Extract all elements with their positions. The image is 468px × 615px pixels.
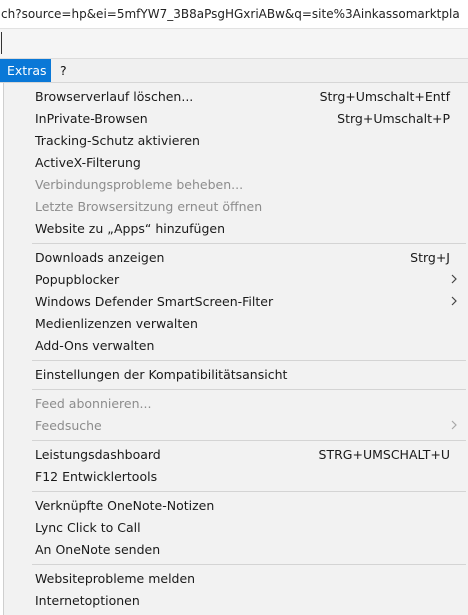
menu-item-label: Verknüpfte OneNote-Notizen [35,498,215,513]
menu-item-fix-connection: Verbindungsprobleme beheben... [4,174,468,196]
menu-bar: Extras ? [0,59,468,83]
menu-item-label: Lync Click to Call [35,520,141,535]
menu-item-label: F12 Entwicklertools [35,469,158,484]
menu-item-label: Popupblocker [35,272,120,287]
menu-item-label: Downloads anzeigen [35,250,165,265]
menu-item-linked-onenote[interactable]: Verknüpfte OneNote-Notizen [4,495,468,517]
menu-item-label: Websiteprobleme melden [35,571,196,586]
menu-item-label: Feedsuche [35,418,102,433]
menu-item-tracking-protection[interactable]: Tracking-Schutz aktivieren [4,130,468,152]
menu-item-label: An OneNote senden [35,542,161,557]
menu-item-label: Medienlizenzen verwalten [35,316,198,331]
menu-item-popup-blocker[interactable]: Popupblocker [4,269,468,291]
menu-item-internet-options[interactable]: Internetoptionen [4,590,468,612]
menu-item-performance-dashboard[interactable]: Leistungsdashboard STRG+UMSCHALT+U [4,444,468,466]
menu-separator [32,360,466,361]
menu-item-label: Tracking-Schutz aktivieren [35,133,200,148]
extras-dropdown-menu: Browserverlauf löschen... Strg+Umschalt+… [3,83,468,615]
chevron-right-icon [451,420,457,430]
menu-item-report-website-problems[interactable]: Websiteprobleme melden [4,568,468,590]
menu-item-feed-discovery: Feedsuche [4,415,468,437]
menu-item-lync-click-to-call[interactable]: Lync Click to Call [4,517,468,539]
menu-item-add-to-apps[interactable]: Website zu „Apps“ hinzufügen [4,218,468,240]
menu-extras[interactable]: Extras [0,59,51,82]
menu-item-send-to-onenote[interactable]: An OneNote senden [4,539,468,561]
menu-item-label: Browserverlauf löschen... [35,89,194,104]
menu-item-smartscreen[interactable]: Windows Defender SmartScreen-Filter [4,291,468,313]
menu-separator [32,440,466,441]
menu-item-delete-history[interactable]: Browserverlauf löschen... Strg+Umschalt+… [4,86,468,108]
menu-item-shortcut: Strg+Umschalt+P [337,111,450,126]
menu-item-compatibility-view[interactable]: Einstellungen der Kompatibilitätsansicht [4,364,468,386]
chevron-right-icon [451,296,457,306]
chevron-right-icon [451,274,457,284]
menu-item-label: Einstellungen der Kompatibilitätsansicht [35,367,288,382]
menu-separator [32,564,466,565]
menu-separator [32,389,466,390]
menu-item-label: ActiveX-Filterung [35,155,141,170]
menu-item-activex-filtering[interactable]: ActiveX-Filterung [4,152,468,174]
menu-separator [32,491,466,492]
menu-item-label: Internetoptionen [35,593,140,608]
menu-item-label: Website zu „Apps“ hinzufügen [35,221,226,236]
menu-item-label: Feed abonnieren... [35,396,152,411]
menu-item-reopen-session: Letzte Browsersitzung erneut öffnen [4,196,468,218]
menu-separator [32,243,466,244]
menu-item-label: Letzte Browsersitzung erneut öffnen [35,199,263,214]
toolbar-strip [0,29,468,59]
menu-item-f12-devtools[interactable]: F12 Entwicklertools [4,466,468,488]
text-cursor [1,32,2,54]
address-url[interactable]: ch?source=hp&ei=5mfYW7_3B8aPsgHGxriABw&q… [1,7,460,21]
menu-item-shortcut: Strg+J [410,250,450,265]
menu-item-inprivate[interactable]: InPrivate-Browsen Strg+Umschalt+P [4,108,468,130]
menu-item-label: Windows Defender SmartScreen-Filter [35,294,274,309]
menu-item-subscribe-feed: Feed abonnieren... [4,393,468,415]
menu-item-media-licenses[interactable]: Medienlizenzen verwalten [4,313,468,335]
menu-item-manage-addons[interactable]: Add-Ons verwalten [4,335,468,357]
menu-item-label: Leistungsdashboard [35,447,161,462]
menu-item-label: Add-Ons verwalten [35,338,155,353]
menu-item-shortcut: STRG+UMSCHALT+U [318,447,450,462]
menu-item-shortcut: Strg+Umschalt+Entf [319,89,450,104]
menu-item-label: InPrivate-Browsen [35,111,148,126]
address-bar[interactable]: ch?source=hp&ei=5mfYW7_3B8aPsgHGxriABw&q… [0,0,468,29]
menu-item-label: Verbindungsprobleme beheben... [35,177,244,192]
menu-item-downloads[interactable]: Downloads anzeigen Strg+J [4,247,468,269]
menu-help[interactable]: ? [53,59,74,82]
